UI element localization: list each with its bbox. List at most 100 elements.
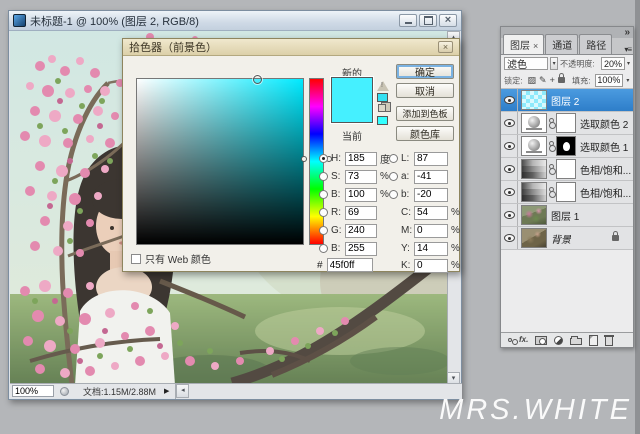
layer-row-selective-color-2[interactable]: 选取颜色 2 <box>501 112 633 135</box>
adjustment-layer-thumbnail[interactable] <box>521 136 547 156</box>
visibility-toggle[interactable] <box>501 89 518 111</box>
horizontal-scrollbar[interactable]: ◂ <box>175 383 462 399</box>
link-layers-icon[interactable] <box>508 338 518 345</box>
visibility-toggle[interactable] <box>501 204 518 226</box>
layer-row-background[interactable]: 背景 <box>501 227 633 250</box>
tab-close-icon[interactable]: × <box>533 41 538 51</box>
layer-mask-thumbnail[interactable] <box>556 136 576 156</box>
radio-s[interactable] <box>319 172 328 181</box>
adjustment-layer-thumbnail[interactable] <box>521 113 547 133</box>
mask-link-icon[interactable] <box>549 117 556 129</box>
visibility-toggle[interactable] <box>501 112 518 134</box>
radio-b[interactable] <box>319 190 328 199</box>
collapse-panel-icon[interactable] <box>624 27 630 38</box>
b-lab-input[interactable] <box>414 187 448 202</box>
add-layer-mask-icon[interactable] <box>535 335 548 345</box>
radio-h[interactable] <box>319 154 328 163</box>
cancel-button[interactable]: 取消 <box>396 83 454 98</box>
layer-thumbnail[interactable] <box>521 205 547 225</box>
layer-row-layer1[interactable]: 图层 1 <box>501 204 633 227</box>
color-libraries-button[interactable]: 颜色库 <box>396 126 454 141</box>
gamut-warning-icon[interactable] <box>377 81 389 91</box>
document-titlebar[interactable]: 未标题-1 @ 100% (图层 2, RGB/8) <box>9 11 461 31</box>
visibility-toggle[interactable] <box>501 135 518 157</box>
visibility-toggle[interactable] <box>501 181 518 203</box>
radio-l[interactable] <box>389 154 398 163</box>
c-input[interactable] <box>414 205 448 220</box>
minimize-button[interactable] <box>399 14 417 27</box>
web-color-cube-icon[interactable] <box>378 102 391 112</box>
b2-input[interactable] <box>345 241 377 256</box>
adjustment-layer-thumbnail[interactable] <box>521 182 547 202</box>
opacity-value[interactable]: 20% <box>600 57 625 70</box>
add-to-swatches-button[interactable]: 添加到色板 <box>396 106 454 121</box>
k-input[interactable] <box>414 258 448 273</box>
field-label-r: R: <box>331 207 341 218</box>
radio-r[interactable] <box>319 208 328 217</box>
h-input[interactable] <box>345 151 377 166</box>
mask-link-icon[interactable] <box>549 186 556 198</box>
blend-mode-select[interactable]: 滤色 <box>504 57 548 71</box>
tab-paths[interactable]: 路径 <box>579 34 613 54</box>
adjustment-layer-thumbnail[interactable] <box>521 159 547 179</box>
tab-layers[interactable]: 图层 × <box>503 34 545 54</box>
new-adjustment-layer-icon[interactable] <box>554 335 564 345</box>
maximize-button[interactable] <box>419 14 437 27</box>
dialog-close-icon[interactable]: × <box>438 41 453 53</box>
layer-row-layer2[interactable]: 图层 2 <box>501 89 633 112</box>
eye-icon <box>503 234 515 242</box>
radio-g[interactable] <box>319 226 328 235</box>
hue-marker-left[interactable] <box>301 156 307 162</box>
fill-value[interactable]: 100% <box>595 73 624 87</box>
layer-thumbnail[interactable] <box>521 90 547 110</box>
g-input[interactable] <box>345 223 377 238</box>
fill-arrow-icon[interactable]: ▾ <box>626 77 629 84</box>
radio-b-lab[interactable] <box>389 190 398 199</box>
blend-mode-arrow-icon[interactable]: ▾ <box>549 57 559 70</box>
layer-row-hue-sat-2[interactable]: 色相/饱和... <box>501 158 633 181</box>
layer-mask-thumbnail[interactable] <box>556 159 576 179</box>
lock-transparency-icon[interactable]: ▨ <box>528 75 537 85</box>
s-input[interactable] <box>345 169 377 184</box>
lock-pixels-icon[interactable]: ✎ <box>539 75 547 85</box>
layer-mask-thumbnail[interactable] <box>556 182 576 202</box>
color-field-marker[interactable] <box>253 75 263 84</box>
web-colors-checkbox[interactable] <box>131 253 141 264</box>
lock-position-icon[interactable]: + <box>550 75 555 85</box>
r-input[interactable] <box>345 205 377 220</box>
hex-input[interactable] <box>326 258 373 272</box>
b-input[interactable] <box>345 187 377 202</box>
mask-link-icon[interactable] <box>549 163 556 175</box>
scroll-left-icon[interactable]: ◂ <box>176 383 190 398</box>
radio-b2[interactable] <box>319 244 328 253</box>
layer-thumbnail[interactable] <box>521 228 547 248</box>
gamut-swatch[interactable] <box>377 93 388 102</box>
layer-row-hue-sat-1[interactable]: 色相/饱和... <box>501 181 633 204</box>
new-group-icon[interactable] <box>570 335 583 345</box>
new-layer-icon[interactable] <box>589 334 599 346</box>
y-input[interactable] <box>414 241 448 256</box>
layer-mask-thumbnail[interactable] <box>556 113 576 133</box>
saturation-brightness-field[interactable] <box>136 75 304 245</box>
hex-label: # <box>317 259 323 271</box>
opacity-arrow-icon[interactable]: ▾ <box>627 60 630 67</box>
layer-style-fx-icon[interactable]: fx. <box>519 336 528 344</box>
ok-button[interactable]: 确定 <box>396 64 454 79</box>
close-button[interactable] <box>439 14 457 27</box>
visibility-toggle[interactable] <box>501 158 518 180</box>
visibility-toggle[interactable] <box>501 227 518 249</box>
zoom-level-input[interactable] <box>12 385 54 397</box>
tab-channels[interactable]: 通道 <box>545 34 579 54</box>
delete-layer-icon[interactable] <box>604 334 615 346</box>
m-input[interactable] <box>414 223 448 238</box>
status-flyout-arrow-icon[interactable]: ▶ <box>164 387 169 395</box>
layer-row-selective-color-1[interactable]: 选取颜色 1 <box>501 135 633 158</box>
l-input[interactable] <box>414 151 448 166</box>
panel-menu-icon[interactable] <box>624 45 631 54</box>
web-swatch[interactable] <box>377 116 388 125</box>
radio-a[interactable] <box>389 172 398 181</box>
mask-link-icon[interactable] <box>549 140 556 152</box>
color-picker-titlebar[interactable]: 拾色器（前景色） × <box>123 39 459 56</box>
lock-all-icon[interactable] <box>557 73 565 83</box>
a-input[interactable] <box>414 169 448 184</box>
